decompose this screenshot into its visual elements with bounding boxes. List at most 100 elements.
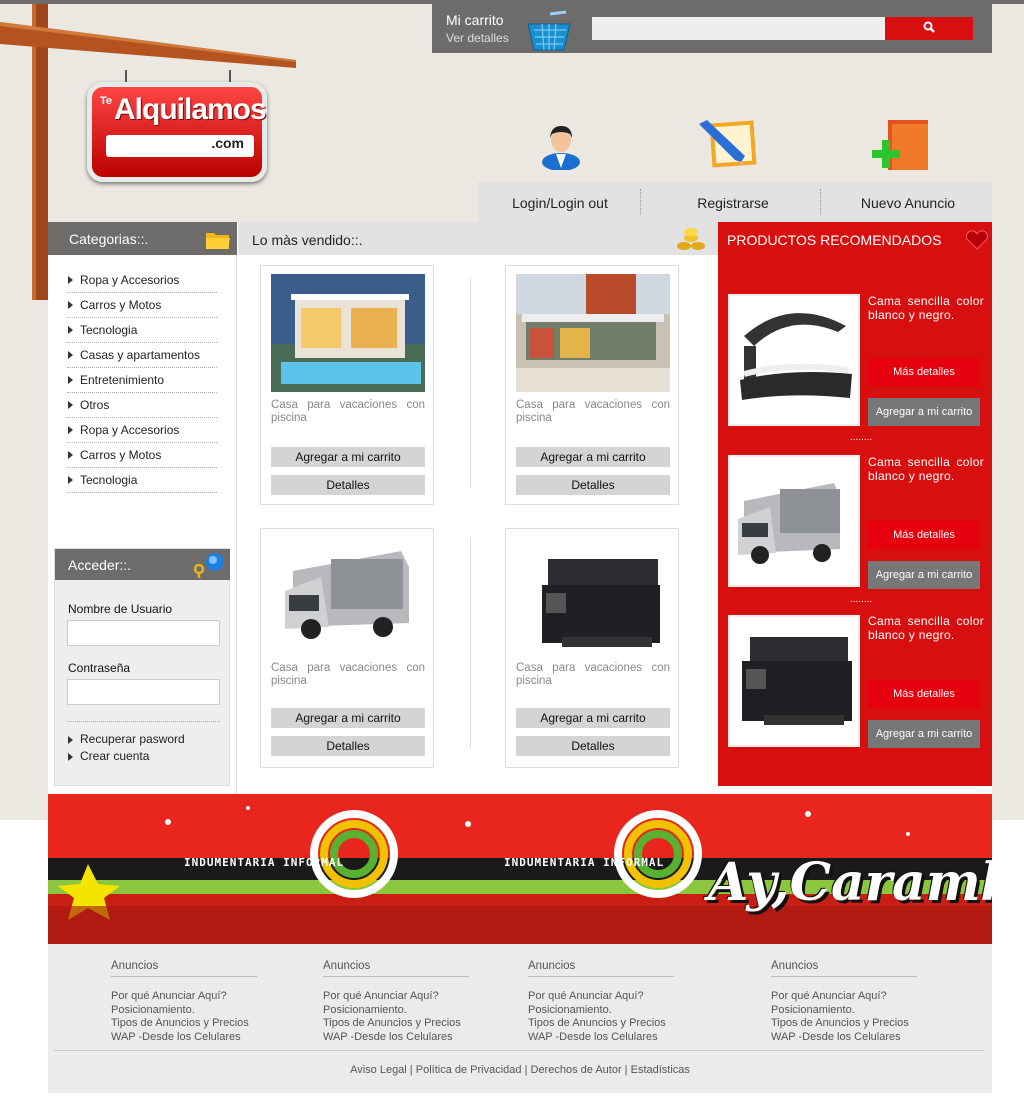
details-button[interactable]: Detalles	[271, 475, 425, 495]
site-logo[interactable]: Te Alquilamos .com	[87, 82, 267, 182]
legal-link[interactable]: Derechos de Autor	[531, 1064, 622, 1076]
add-document-icon[interactable]	[868, 118, 934, 174]
product-card[interactable]: Casa para vacaciones con piscina Agregar…	[260, 528, 434, 768]
footer-link[interactable]: Posicionamiento.	[771, 1004, 917, 1018]
search-bar	[576, 4, 992, 53]
category-list: Ropa y Accesorios Carros y Motos Tecnolo…	[67, 268, 217, 493]
category-item[interactable]: Carros y Motos	[67, 293, 217, 318]
footer-column: Anuncios Por qué Anunciar Aquí? Posicion…	[323, 960, 469, 1044]
footer-link[interactable]: Tipos de Anuncios y Precios	[323, 1017, 469, 1031]
footer-link[interactable]: Tipos de Anuncios y Precios	[771, 1017, 917, 1031]
search-button[interactable]	[885, 17, 973, 40]
category-item[interactable]: Carros y Motos	[67, 443, 217, 468]
banner-brand: Ay,Caramba	[708, 852, 992, 913]
legal-link[interactable]: Estadísticas	[631, 1064, 690, 1076]
add-to-cart-button[interactable]: Agregar a mi carrito	[868, 561, 980, 589]
category-item[interactable]: Ropa y Accesorios	[67, 268, 217, 293]
search-input[interactable]	[592, 17, 886, 40]
password-label: Contraseña	[68, 661, 131, 675]
bestsellers-header: Lo màs vendido::.	[238, 222, 718, 255]
product-image[interactable]	[271, 274, 425, 392]
coins-icon	[677, 228, 705, 250]
product-description: piscina	[516, 412, 552, 424]
logo-brand: Alquilamos	[114, 93, 267, 126]
add-to-cart-button[interactable]: Agregar a mi carrito	[868, 398, 980, 426]
categories-title: Categorias::.	[69, 231, 149, 247]
footer-link[interactable]: WAP -Desde los Celulares	[111, 1031, 257, 1045]
nav-login[interactable]: Login/Login out	[478, 181, 642, 222]
create-account-link[interactable]: Crear cuenta	[67, 749, 149, 763]
product-image[interactable]	[516, 274, 670, 392]
footer-link[interactable]: Por qué Anunciar Aquí?	[771, 990, 917, 1004]
footer-link[interactable]: WAP -Desde los Celulares	[528, 1031, 674, 1045]
footer-heading: Anuncios	[771, 960, 917, 977]
footer-link[interactable]: WAP -Desde los Celulares	[323, 1031, 469, 1045]
product-description: piscina	[516, 675, 552, 687]
footer-link[interactable]: Posicionamiento.	[528, 1004, 674, 1018]
category-item[interactable]: Otros	[67, 393, 217, 418]
category-item[interactable]: Casas y apartamentos	[67, 343, 217, 368]
recommended-image[interactable]	[728, 294, 860, 426]
footer-link[interactable]: Tipos de Anuncios y Precios	[111, 1017, 257, 1031]
logo-domain: .com	[106, 135, 254, 157]
footer-link[interactable]: Por qué Anunciar Aquí?	[111, 990, 257, 1004]
cart-title[interactable]: Mi carrito	[446, 12, 504, 28]
cart-widget[interactable]: Mi carrito Ver detalles	[432, 4, 576, 53]
footer-link[interactable]: Posicionamiento.	[323, 1004, 469, 1018]
footer-link[interactable]: Posicionamiento.	[111, 1004, 257, 1018]
recommended-panel: PRODUCTOS RECOMENDADOS Cama sencilla col…	[718, 222, 992, 786]
product-card[interactable]: Casa para vacaciones con piscina Agregar…	[505, 265, 679, 505]
more-details-button[interactable]: Más detalles	[868, 521, 980, 549]
footer-heading: Anuncios	[323, 960, 469, 977]
search-icon	[923, 21, 935, 33]
product-description: Casa para vacaciones con	[271, 662, 425, 674]
legal-link[interactable]: Política de Privacidad	[416, 1064, 522, 1076]
password-field[interactable]	[67, 679, 220, 705]
add-to-cart-button[interactable]: Agregar a mi carrito	[516, 447, 670, 467]
user-icon[interactable]	[539, 122, 583, 170]
legal-links: Aviso Legal | Política de Privacidad | D…	[350, 1064, 690, 1076]
recommended-text: Cama sencilla color	[868, 614, 984, 628]
add-to-cart-button[interactable]: Agregar a mi carrito	[516, 708, 670, 728]
shopping-basket-icon[interactable]	[526, 10, 572, 52]
more-details-button[interactable]: Más detalles	[868, 680, 980, 708]
recommended-title: PRODUCTOS RECOMENDADOS	[727, 232, 942, 248]
add-to-cart-button[interactable]: Agregar a mi carrito	[271, 708, 425, 728]
more-details-button[interactable]: Más detalles	[868, 358, 980, 386]
recommended-text: Cama sencilla color	[868, 455, 984, 469]
username-field[interactable]	[67, 620, 220, 646]
footer-link[interactable]: Por qué Anunciar Aquí?	[323, 990, 469, 1004]
details-button[interactable]: Detalles	[516, 736, 670, 756]
recover-password-link[interactable]: Recuperar pasword	[67, 732, 185, 746]
footer-heading: Anuncios	[528, 960, 674, 977]
product-image[interactable]	[271, 537, 425, 655]
add-to-cart-button[interactable]: Agregar a mi carrito	[868, 720, 980, 748]
category-item[interactable]: Entretenimiento	[67, 368, 217, 393]
item-separator: ........	[850, 432, 873, 443]
category-item[interactable]: Ropa y Accesorios	[67, 418, 217, 443]
banner-tagline: INDUMENTARIA INFORMAL	[504, 856, 665, 869]
nav-new-ad[interactable]: Nuevo Anuncio	[822, 181, 994, 222]
details-button[interactable]: Detalles	[516, 475, 670, 495]
category-item[interactable]: Tecnologia	[67, 468, 217, 493]
footer: Anuncios Por qué Anunciar Aquí? Posicion…	[48, 944, 992, 1093]
recommended-image[interactable]	[728, 615, 860, 747]
cart-details-link[interactable]: Ver detalles	[446, 31, 509, 45]
details-button[interactable]: Detalles	[271, 736, 425, 756]
product-card[interactable]: Casa para vacaciones con piscina Agregar…	[260, 265, 434, 505]
legal-link[interactable]: Aviso Legal	[350, 1064, 407, 1076]
product-card[interactable]: Casa para vacaciones con piscina Agregar…	[505, 528, 679, 768]
footer-link[interactable]: Por qué Anunciar Aquí?	[528, 990, 674, 1004]
footer-link[interactable]: Tipos de Anuncios y Precios	[528, 1017, 674, 1031]
nav-register[interactable]: Registrarse	[646, 181, 820, 222]
ad-banner[interactable]: INDUMENTARIA INFORMAL INDUMENTARIA INFOR…	[48, 794, 992, 944]
add-to-cart-button[interactable]: Agregar a mi carrito	[271, 447, 425, 467]
recommended-header: PRODUCTOS RECOMENDADOS	[727, 230, 989, 250]
product-description: Casa para vacaciones con	[271, 399, 425, 411]
recommended-image[interactable]	[728, 455, 860, 587]
notebook-pencil-icon[interactable]	[697, 118, 759, 170]
product-image[interactable]	[516, 537, 670, 655]
footer-link[interactable]: WAP -Desde los Celulares	[771, 1031, 917, 1045]
footer-heading: Anuncios	[111, 960, 257, 977]
category-item[interactable]: Tecnologia	[67, 318, 217, 343]
